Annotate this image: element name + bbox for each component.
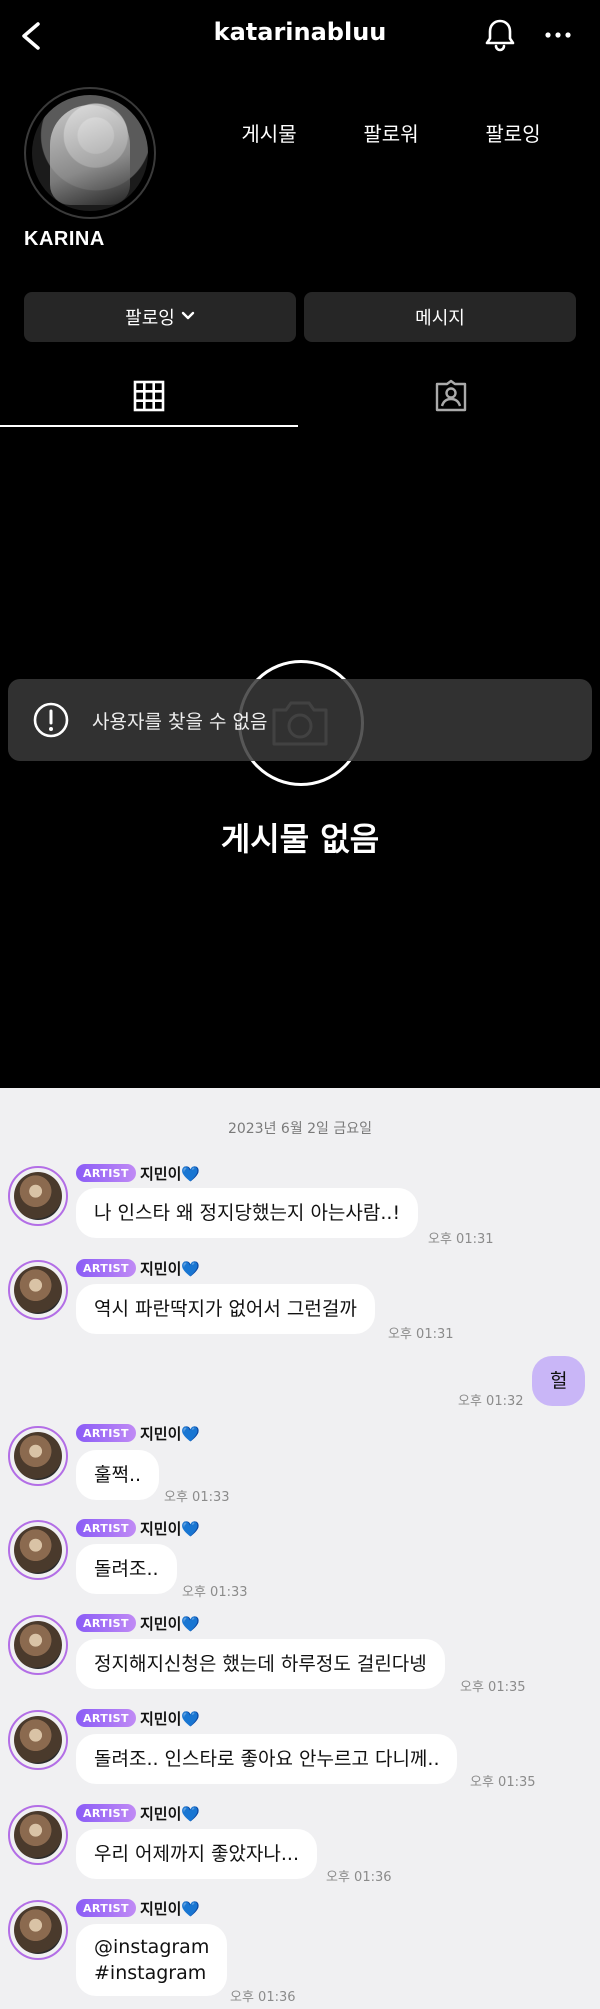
empty-state-title: 게시물 없음 [220,820,380,858]
tab-tagged[interactable] [302,366,600,426]
sender-name: 지민이💙 [140,1710,201,1728]
blue-heart-icon: 💙 [181,1710,201,1728]
blue-heart-icon: 💙 [181,1615,201,1633]
message-bubble[interactable]: 나 인스타 왜 정지당했는지 아는사람..! [76,1188,419,1238]
tab-posts-grid[interactable] [0,366,298,426]
sender-name: 지민이💙 [140,1900,201,1918]
artist-badge: ARTIST [76,1614,136,1632]
sender-name: 지민이💙 [140,1260,201,1278]
message-bubble[interactable]: 역시 파란딱지가 없어서 그런걸까 [76,1284,375,1334]
blue-heart-icon: 💙 [181,1900,201,1918]
blue-heart-icon: 💙 [181,1520,201,1538]
user-not-found-toast: 사용자를 찾을 수 없음 [8,679,592,761]
stat-posts[interactable]: 게시물 [214,118,324,147]
message-line: @instagram [94,1936,210,1958]
active-tab-indicator [0,425,298,427]
profile-avatar[interactable] [24,87,156,219]
alert-icon [33,702,69,738]
avatar[interactable] [8,1615,68,1675]
my-message-bubble[interactable]: 헐 [532,1356,586,1406]
sender-name: 지민이💙 [140,1165,201,1183]
message-time: 오후 01:32 [458,1394,524,1409]
message-button[interactable]: 메시지 [304,292,576,342]
profile-photo [32,95,148,211]
avatar[interactable] [8,1166,68,1226]
following-button-label: 팔로잉 [125,308,175,329]
blue-heart-icon: 💙 [181,1425,201,1443]
message-time: 오후 01:31 [388,1327,454,1342]
avatar[interactable] [8,1710,68,1770]
more-options-icon[interactable] [538,15,578,55]
message-time: 오후 01:35 [460,1680,526,1695]
artist-badge: ARTIST [76,1424,136,1442]
avatar[interactable] [8,1426,68,1486]
message-time: 오후 01:36 [230,1990,296,2005]
stat-followers[interactable]: 팔로워 [336,118,446,147]
message-button-label: 메시지 [415,308,465,329]
artist-badge: ARTIST [76,1519,136,1537]
artist-badge: ARTIST [76,1804,136,1822]
message-time: 오후 01:33 [164,1490,230,1505]
message-bubble[interactable]: 정지해지신청은 했는데 하루정도 걸린다넹 [76,1639,445,1689]
message-bubble[interactable]: 훌쩍.. [76,1450,160,1500]
notification-bell-icon[interactable] [480,15,520,55]
sender-name: 지민이💙 [140,1520,201,1538]
tagged-person-icon [435,379,467,412]
avatar[interactable] [8,1520,68,1580]
avatar[interactable] [8,1900,68,1960]
toast-message: 사용자를 찾을 수 없음 [92,710,268,733]
sender-name: 지민이💙 [140,1615,201,1633]
message-line: #instagram [94,1962,207,1984]
message-bubble[interactable]: @instagram #instagram [76,1924,228,1996]
message-time: 오후 01:33 [182,1585,248,1600]
profile-display-name: KARINA [24,228,105,250]
message-bubble[interactable]: 돌려조.. 인스타로 좋아요 안누르고 다니께.. [76,1734,458,1784]
artist-badge: ARTIST [76,1899,136,1917]
artist-badge: ARTIST [76,1259,136,1277]
artist-badge: ARTIST [76,1164,136,1182]
avatar[interactable] [8,1260,68,1320]
instagram-profile-screen: katarinabluu KARINA 게시물 팔로워 팔로잉 팔로잉 메시지 [0,0,600,1088]
chevron-down-icon [181,309,195,325]
date-separator: 2023년 6월 2일 금요일 [227,1121,373,1137]
blue-heart-icon: 💙 [181,1260,201,1278]
message-time: 오후 01:36 [326,1870,392,1885]
stat-following[interactable]: 팔로잉 [458,118,568,147]
sender-name: 지민이💙 [140,1805,201,1823]
following-button[interactable]: 팔로잉 [24,292,296,342]
blue-heart-icon: 💙 [181,1165,201,1183]
chat-screen: 2023년 6월 2일 금요일 ARTIST 지민이💙 나 인스타 왜 정지당했… [0,1088,600,2009]
top-bar: katarinabluu [0,0,600,72]
grid-icon [133,380,165,412]
message-bubble[interactable]: 우리 어제까지 좋았자나... [76,1829,317,1879]
message-time: 오후 01:31 [428,1232,494,1247]
message-time: 오후 01:35 [470,1775,536,1790]
blue-heart-icon: 💙 [181,1805,201,1823]
sender-name: 지민이💙 [140,1425,201,1443]
avatar[interactable] [8,1805,68,1865]
message-bubble[interactable]: 돌려조.. [76,1544,177,1594]
artist-badge: ARTIST [76,1709,136,1727]
